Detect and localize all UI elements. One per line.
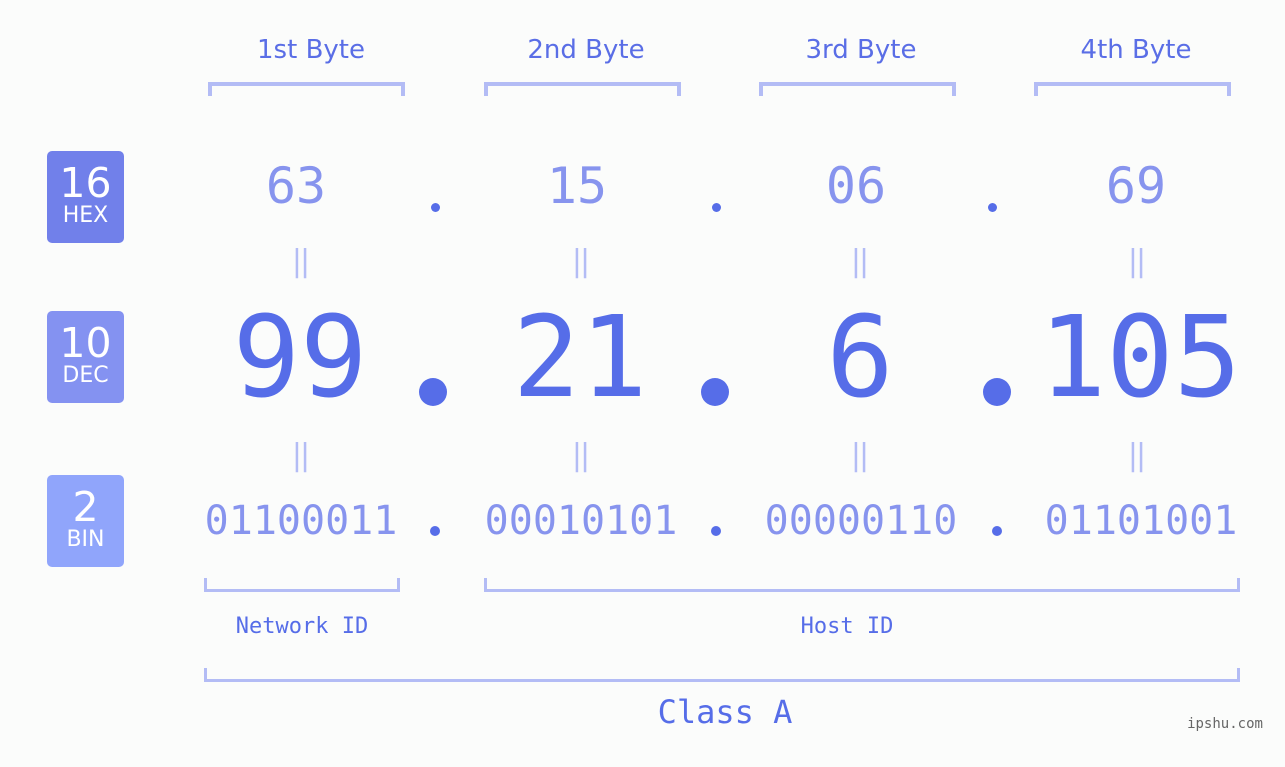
byte-header-1: 1st Byte	[257, 35, 365, 65]
byte-bracket-1	[208, 82, 405, 96]
bin-base-number: 2	[72, 483, 99, 531]
bin-value-1: 01100011	[204, 498, 398, 544]
byte-bracket-3	[759, 82, 956, 96]
dec-base-number: 10	[59, 319, 112, 367]
network-id-label: Network ID	[235, 614, 369, 639]
byte-header-4: 4th Byte	[1080, 35, 1192, 65]
equals-hex-dec-4: ||	[1127, 244, 1146, 279]
byte-header-3: 3rd Byte	[805, 35, 917, 65]
hex-separator-dot-2	[712, 203, 721, 212]
equals-dec-bin-4: ||	[1127, 438, 1146, 473]
equals-dec-bin-1: ||	[291, 438, 310, 473]
byte-header-2: 2nd Byte	[527, 35, 645, 65]
dec-value-2: 21	[512, 293, 648, 423]
dec-separator-dot-1	[419, 378, 447, 406]
hex-value-1: 63	[265, 157, 327, 215]
hex-base-label: HEX	[62, 203, 109, 228]
bin-value-2: 00010101	[484, 498, 678, 544]
equals-hex-dec-3: ||	[850, 244, 869, 279]
dec-badge: 10 DEC	[47, 311, 124, 403]
host-id-label: Host ID	[800, 614, 894, 639]
byte-bracket-2	[484, 82, 681, 96]
hex-value-4: 69	[1105, 157, 1167, 215]
watermark: ipshu.com	[1187, 716, 1263, 732]
equals-dec-bin-3: ||	[850, 438, 869, 473]
bin-value-3: 00000110	[764, 498, 958, 544]
dec-value-3: 6	[826, 293, 894, 423]
bin-separator-dot-3	[992, 526, 1002, 536]
hex-value-3: 06	[825, 157, 887, 215]
dec-separator-dot-2	[701, 378, 729, 406]
bin-value-4: 01101001	[1044, 498, 1238, 544]
bin-separator-dot-2	[711, 526, 721, 536]
dec-value-1: 99	[232, 293, 368, 423]
dec-base-label: DEC	[62, 363, 109, 388]
bin-base-label: BIN	[66, 527, 105, 552]
dec-separator-dot-3	[983, 378, 1011, 406]
hex-separator-dot-3	[988, 203, 997, 212]
hex-separator-dot-1	[431, 203, 440, 212]
class-bracket	[204, 668, 1240, 682]
host-id-bracket	[484, 578, 1240, 592]
equals-dec-bin-2: ||	[571, 438, 590, 473]
byte-bracket-4	[1034, 82, 1231, 96]
bin-badge: 2 BIN	[47, 475, 124, 567]
hex-badge: 16 HEX	[47, 151, 124, 243]
dec-value-4: 105	[1038, 293, 1242, 423]
bin-separator-dot-1	[430, 526, 440, 536]
equals-hex-dec-1: ||	[291, 244, 310, 279]
network-id-bracket	[204, 578, 400, 592]
class-label: Class A	[657, 693, 793, 731]
hex-base-number: 16	[59, 159, 112, 207]
equals-hex-dec-2: ||	[571, 244, 590, 279]
hex-value-2: 15	[546, 157, 608, 215]
